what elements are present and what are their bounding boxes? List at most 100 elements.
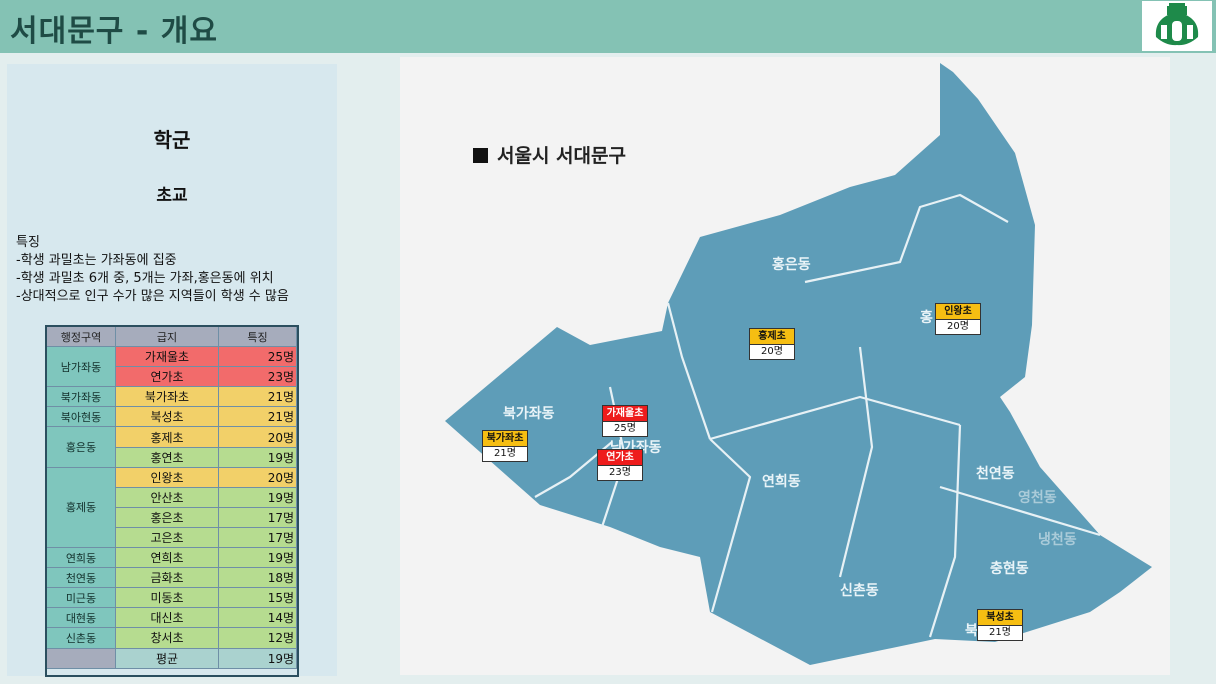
school-cell: 연희초 [115,547,219,569]
school-badge-name: 북가좌초 [482,430,528,447]
school-cell: 미동초 [115,587,219,609]
dong-label: 냉천동 [1038,532,1077,548]
district-logo [1142,1,1212,51]
school-badge: 연가초 23명 [597,449,643,481]
school-table: 행정구역 급지 특징 남가좌동 가재울초 25명 연가초 23명 북가좌동 북가좌초 21명 북… [46,325,297,669]
count-cell: 20명 [218,426,297,448]
map-legend-text: 서울시 서대문구 [497,145,626,167]
dong-label: 연희동 [762,474,801,490]
school-badge-name: 북성초 [977,609,1023,626]
feature-line: -학생 과밀초 6개 중, 5개는 가좌,홍은동에 위치 [16,271,274,286]
school-cell: 홍연초 [115,446,219,468]
school-badge-count: 25명 [602,422,648,437]
school-badge: 가재울초 25명 [602,405,648,437]
district-cell: 북아현동 [46,406,116,428]
column-header: 특징 [218,325,297,348]
district-cell: 홍은동 [46,426,116,468]
table-row: 연희동 연희초 19명 [46,547,297,569]
school-cell: 금화초 [115,567,219,589]
table-row: 북가좌동 북가좌초 21명 [46,386,297,408]
dong-label: 천연동 [976,466,1015,482]
table-row: 미근동 미동초 15명 [46,587,297,609]
school-badge: 북성초 21명 [977,609,1023,641]
school-badge: 홍제초 20명 [749,328,795,360]
school-badge-count: 20명 [935,320,981,335]
district-cell [46,647,116,669]
dong-label: 홍은동 [772,257,811,273]
slide-header: 서대문구 - 개요 [0,0,1216,53]
district-cell: 미근동 [46,587,116,609]
table-body: 남가좌동 가재울초 25명 연가초 23명 북가좌동 북가좌초 21명 북아현동 북성초 21명 홍은… [46,346,297,669]
school-badge-name: 가재울초 [602,405,648,422]
school-cell: 평균 [115,647,219,669]
school-cell: 안산초 [115,486,219,508]
feature-line: -상대적으로 인구 수가 많은 지역들이 학생 수 많음 [16,289,289,304]
count-cell: 20명 [218,466,297,488]
district-map: 서울시 서대문구 홍은동 북가좌동 남가좌동 연희동 천연동 영천동 냉천동 충… [400,57,1170,675]
count-cell: 17명 [218,506,297,528]
count-cell: 25명 [218,346,297,368]
count-cell: 19명 [218,486,297,508]
dong-label: 북 [965,623,978,639]
school-cell: 홍은초 [115,506,219,528]
school-badge: 인왕초 20명 [935,303,981,335]
features-label: 특징 [16,235,40,250]
count-cell: 19명 [218,547,297,569]
column-header: 급지 [115,325,219,348]
school-cell: 창서초 [115,627,219,649]
school-cell: 홍제초 [115,426,219,448]
school-badge-count: 23명 [597,466,643,481]
table-row: 천연동 금화초 18명 [46,567,297,589]
district-cell: 천연동 [46,567,116,589]
school-cell: 대신초 [115,607,219,629]
legend-square-icon [473,148,488,163]
school-badge-name: 홍제초 [749,328,795,345]
features-text: 특징 -학생 과밀초는 가좌동에 집중 -학생 과밀초 6개 중, 5개는 가좌… [16,234,289,306]
table-row: 홍제동 인왕초 20명 [46,466,297,549]
count-cell: 18명 [218,567,297,589]
table-row: 남가좌동 가재울초 25명 [46,346,297,388]
table-header-row: 행정구역 급지 특징 [46,325,297,348]
school-badge-count: 21명 [977,626,1023,641]
count-cell: 14명 [218,607,297,629]
table-row: 북아현동 북성초 21명 [46,406,297,428]
table-row: 대현동 대신초 14명 [46,607,297,629]
school-badge-name: 연가초 [597,449,643,466]
school-cell: 연가초 [115,366,219,388]
count-cell: 23명 [218,366,297,388]
count-cell: 21명 [218,386,297,408]
dong-label: 홍 [920,310,933,326]
map-legend: 서울시 서대문구 [473,141,626,168]
count-cell: 15명 [218,587,297,609]
school-badge-name: 인왕초 [935,303,981,320]
school-cell: 북가좌초 [115,386,219,408]
district-cell: 남가좌동 [46,346,116,388]
school-district-panel: 학군 초교 특징 -학생 과밀초는 가좌동에 집중 -학생 과밀초 6개 중, … [7,64,337,676]
district-cell: 대현동 [46,607,116,629]
feature-line: -학생 과밀초는 가좌동에 집중 [16,253,177,268]
section-heading: 학군 [153,128,191,152]
gate-logo-icon [1155,3,1199,46]
school-badge-count: 20명 [749,345,795,360]
dong-label: 신촌동 [840,583,879,599]
column-header: 행정구역 [46,325,116,348]
school-badge-count: 21명 [482,447,528,462]
slide-title: 서대문구 - 개요 [10,14,218,49]
count-cell: 12명 [218,627,297,649]
count-cell: 17명 [218,526,297,549]
count-cell: 19명 [218,446,297,468]
school-badge: 북가좌초 21명 [482,430,528,462]
district-cell: 연희동 [46,547,116,569]
school-cell: 가재울초 [115,346,219,368]
school-cell: 고은초 [115,526,219,549]
district-cell: 북가좌동 [46,386,116,408]
dong-label: 북가좌동 [503,406,555,422]
dong-label: 영천동 [1018,490,1057,506]
district-cell: 홍제동 [46,466,116,549]
district-cell: 신촌동 [46,627,116,649]
table-row: 평균 19명 [46,647,297,669]
count-cell: 19명 [218,647,297,669]
school-cell: 북성초 [115,406,219,428]
table-row: 홍은동 홍제초 20명 [46,426,297,468]
count-cell: 21명 [218,406,297,428]
